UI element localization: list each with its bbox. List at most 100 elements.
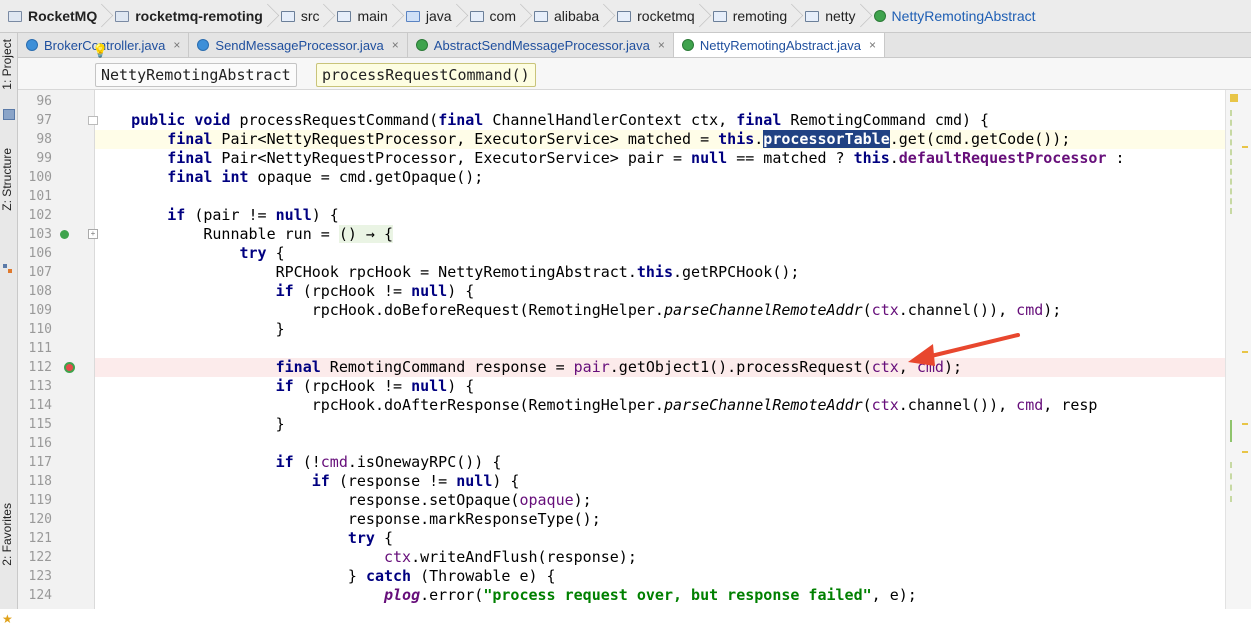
line-number[interactable]: 106 [18,244,52,263]
breadcrumb-item[interactable]: rocketmq [609,0,705,32]
breadcrumb-item[interactable]: netty [797,0,865,32]
code-line[interactable]: rpcHook.doBeforeRequest(RemotingHelper.p… [95,301,1225,320]
line-number[interactable]: 97 [18,111,52,130]
error-stripe[interactable] [1225,90,1251,609]
line-number[interactable]: 120 [18,510,52,529]
warning-mark[interactable] [1242,146,1248,148]
line-number[interactable]: 114 [18,396,52,415]
line-number[interactable]: 121 [18,529,52,548]
line-number[interactable]: 103 [18,225,52,244]
line-number[interactable]: 115 [18,415,52,434]
breadcrumb-item[interactable]: src [273,0,330,32]
code-line[interactable]: if (!cmd.isOnewayRPC()) { [95,453,1225,472]
annotation-arrow-icon [908,333,1020,366]
breadcrumb-item[interactable]: java [398,0,462,32]
line-number[interactable]: 111 [18,339,52,358]
intention-bulb-icon[interactable]: 💡 [92,43,108,59]
change-marker [1230,420,1232,442]
code-editor[interactable]: public void processRequestCommand(final … [95,90,1225,609]
tab-close-icon[interactable]: × [392,38,399,52]
line-number[interactable]: 123 [18,567,52,586]
code-line[interactable] [95,187,1225,206]
breadcrumb-item[interactable]: main [329,0,397,32]
breadcrumb-item[interactable]: alibaba [526,0,609,32]
line-number[interactable]: 110 [18,320,52,339]
breakpoint-icon[interactable] [64,362,75,373]
code-line[interactable]: } [95,415,1225,434]
breadcrumb-item[interactable]: NettyRemotingAbstract [866,0,1046,32]
folder-icon [280,10,295,22]
line-number[interactable]: 98 [18,130,52,149]
line-number[interactable]: 117 [18,453,52,472]
line-number[interactable]: 113 [18,377,52,396]
fold-collapse-icon[interactable] [88,116,98,125]
breadcrumb-label: main [357,8,388,24]
line-number[interactable]: 112 [18,358,52,377]
code-line[interactable]: if (rpcHook != null) { [95,282,1225,301]
code-line[interactable]: plog.error("process request over, but re… [95,586,1225,605]
implements-method-icon[interactable] [60,230,69,239]
code-line[interactable]: response.markResponseType(); [95,510,1225,529]
breadcrumb-item[interactable]: rocketmq-remoting [107,0,273,32]
editor-tab[interactable]: AbstractSendMessageProcessor.java × [408,33,674,57]
code-line[interactable]: final Pair<NettyRequestProcessor, Execut… [95,149,1225,168]
tab-close-icon[interactable]: × [658,38,665,52]
favorites-tool-tab[interactable]: 2: Favorites [0,503,17,566]
module-folder-icon [115,10,130,22]
line-number[interactable]: 96 [18,92,52,111]
warning-mark[interactable] [1242,451,1248,453]
structure-method-item[interactable]: processRequestCommand() [316,63,536,87]
code-line[interactable]: response.setOpaque(opaque); [95,491,1225,510]
breadcrumb-item[interactable]: com [462,0,526,32]
breadcrumb-label: remoting [732,8,788,24]
structure-class-item[interactable]: NettyRemotingAbstract [95,63,297,87]
structure-icon [3,261,13,273]
line-number[interactable]: 100 [18,168,52,187]
code-line[interactable]: try { [95,244,1225,263]
code-line[interactable]: ctx.writeAndFlush(response); [95,548,1225,567]
code-line[interactable]: final Pair<NettyRequestProcessor, Execut… [95,130,1225,149]
code-line[interactable]: try { [95,529,1225,548]
fold-expand-icon[interactable]: + [88,229,98,239]
line-number[interactable]: 108 [18,282,52,301]
line-number[interactable]: 101 [18,187,52,206]
editor-tab[interactable]: NettyRemotingAbstract.java × [673,33,886,57]
code-line[interactable]: rpcHook.doAfterResponse(RemotingHelper.p… [95,396,1225,415]
line-number[interactable]: 109 [18,301,52,320]
tab-close-icon[interactable]: × [869,38,876,52]
line-number[interactable]: 107 [18,263,52,282]
code-line[interactable]: if (pair != null) { [95,206,1225,225]
line-number-gutter[interactable]: 96 97 98 99 100 101 102 103 106 107 108 109 110 111 11… [18,90,95,609]
package-icon [805,10,820,22]
code-line[interactable]: final int opaque = cmd.getOpaque(); [95,168,1225,187]
code-line[interactable] [95,339,1225,358]
line-number[interactable]: 119 [18,491,52,510]
warning-mark[interactable] [1242,351,1248,353]
code-line[interactable]: public void processRequestCommand(final … [95,111,1225,130]
warning-mark[interactable] [1242,423,1248,425]
code-line[interactable]: final RemotingCommand response = pair.ge… [95,358,1225,377]
project-tool-tab[interactable]: 1: Project [0,39,17,90]
line-number[interactable]: 124 [18,586,52,605]
tab-close-icon[interactable]: × [173,38,180,52]
line-number[interactable]: 122 [18,548,52,567]
code-line[interactable]: } catch (Throwable e) { [95,567,1225,586]
line-number[interactable]: 118 [18,472,52,491]
code-line[interactable]: } [95,320,1225,339]
tab-label: SendMessageProcessor.java [215,37,384,53]
line-number[interactable]: 116 [18,434,52,453]
code-line[interactable]: if (rpcHook != null) { [95,377,1225,396]
code-line[interactable]: RPCHook rpcHook = NettyRemotingAbstract.… [95,263,1225,282]
structure-tool-tab[interactable]: Z: Structure [0,148,17,211]
line-number[interactable]: 99 [18,149,52,168]
code-line[interactable]: Runnable run = () → { [95,225,1225,244]
editor-tab[interactable]: SendMessageProcessor.java × [189,33,408,57]
package-icon [533,10,548,22]
breadcrumb-item[interactable]: remoting [705,0,797,32]
breadcrumb-item[interactable]: RocketMQ [0,0,107,32]
code-line[interactable]: if (response != null) { [95,472,1225,491]
code-line[interactable] [95,92,1225,111]
navigation-breadcrumb: RocketMQ rocketmq-remoting src main java com a… [0,0,1251,33]
line-number[interactable]: 102 [18,206,52,225]
code-line[interactable] [95,434,1225,453]
